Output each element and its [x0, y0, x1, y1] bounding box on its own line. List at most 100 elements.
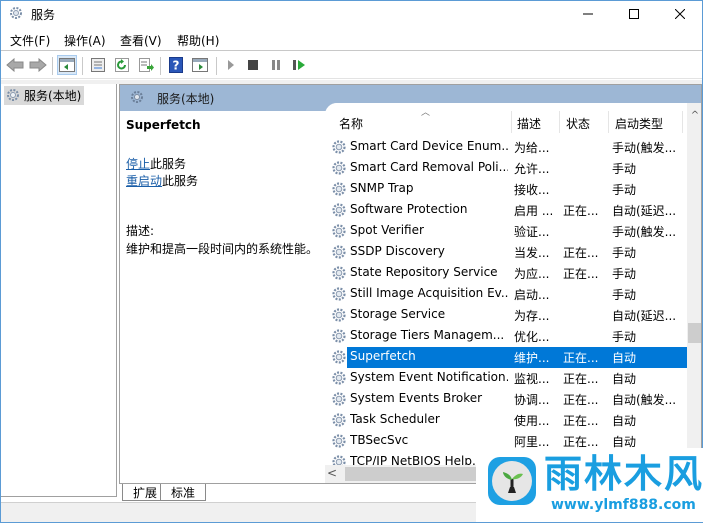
service-startup-type: 手动 — [612, 246, 637, 260]
service-startup-type: 手动 — [612, 183, 637, 197]
service-status: 正在... — [563, 267, 599, 281]
column-header-name[interactable]: 名称 — [339, 115, 363, 132]
service-description: 为应... — [514, 267, 550, 281]
minimize-button[interactable] — [565, 1, 611, 27]
service-description: 监视... — [514, 372, 550, 386]
forward-button[interactable] — [28, 55, 48, 75]
tree-item-services-local[interactable]: 服务(本地) — [4, 86, 85, 107]
column-header-description[interactable]: 描述 — [517, 115, 541, 132]
service-startup-type: 自动 — [612, 351, 637, 365]
back-arrow-icon — [6, 58, 24, 72]
back-button[interactable] — [5, 55, 25, 75]
service-row[interactable]: Spot Verifier 验证... 手动(触发... — [325, 221, 687, 242]
service-gear-icon — [331, 244, 347, 263]
service-name: Storage Service — [350, 307, 446, 321]
stop-service-suffix: 此服务 — [150, 157, 187, 171]
watermark-title: 雨林木风 — [544, 452, 703, 496]
column-header-status[interactable]: 状态 — [566, 115, 590, 132]
sort-ascending-icon: ︿ — [421, 108, 431, 118]
service-gear-icon — [331, 139, 347, 158]
service-row[interactable]: Storage Tiers Managem... 优化... 手动 — [325, 326, 687, 347]
svg-text:?: ? — [173, 59, 180, 73]
service-row[interactable]: System Events Broker 协调... 正在... 自动(触发... — [325, 389, 687, 410]
service-startup-type: 自动 — [612, 372, 637, 386]
export-list-icon — [139, 58, 154, 72]
column-header-startup-type[interactable]: 启动类型 — [615, 115, 663, 132]
horizontal-scroll-thumb[interactable] — [345, 467, 485, 481]
service-status: 正在... — [563, 414, 599, 428]
maximize-button[interactable] — [611, 1, 657, 27]
service-row[interactable]: System Event Notification... 监视... 正在... 自动 — [325, 368, 687, 389]
restart-service-link[interactable]: 重启动 — [126, 174, 162, 188]
tab-standard[interactable]: 标准 — [160, 484, 207, 501]
menu-file[interactable]: 文件(F) — [10, 32, 50, 49]
menu-action[interactable]: 操作(A) — [64, 32, 106, 49]
service-gear-icon — [331, 433, 347, 452]
toolbar-separator — [216, 57, 217, 75]
service-row[interactable]: SNMP Trap 接收... 手动 — [325, 179, 687, 200]
menu-bar: 文件(F) 操作(A) 查看(V) 帮助(H) — [1, 29, 702, 51]
menu-help[interactable]: 帮助(H) — [177, 32, 219, 49]
restart-service-suffix: 此服务 — [162, 174, 199, 188]
pause-service-icon — [272, 60, 280, 70]
column-separator[interactable] — [511, 111, 512, 133]
service-row[interactable]: Software Protection 启用 ... 正在... 自动(延迟... — [325, 200, 687, 221]
properties-icon — [91, 58, 105, 72]
service-startup-type: 手动 — [612, 162, 637, 176]
toolbar: ? — [1, 52, 702, 79]
service-description: 为存... — [514, 309, 550, 323]
tree-item-label: 服务(本地) — [24, 89, 82, 103]
service-gear-icon — [331, 391, 347, 410]
refresh-button[interactable] — [112, 55, 132, 75]
service-name: Spot Verifier — [350, 223, 424, 237]
service-description: 接收... — [514, 183, 550, 197]
start-service-button[interactable] — [221, 55, 241, 75]
close-icon — [675, 9, 685, 19]
service-row[interactable]: Superfetch 维护... 正在... 自动 — [325, 347, 687, 368]
service-startup-type: 自动 — [612, 414, 637, 428]
help-icon: ? — [169, 57, 183, 73]
horizontal-scrollbar[interactable]: < — [325, 465, 485, 483]
service-description: 当发... — [514, 246, 550, 260]
stop-service-button[interactable] — [243, 55, 263, 75]
scroll-up-icon[interactable]: ^ — [687, 107, 701, 123]
toolbar-separator — [52, 57, 53, 75]
service-name: TBSecSvc — [350, 433, 409, 447]
services-gear-icon — [130, 90, 146, 109]
services-gear-icon — [6, 88, 22, 107]
description-label: 描述: — [126, 224, 155, 238]
vertical-scroll-thumb[interactable] — [688, 323, 701, 343]
service-description: 启用 ... — [514, 204, 554, 218]
service-row[interactable]: State Repository Service 为应... 正在... 手动 — [325, 263, 687, 284]
service-row[interactable]: Storage Service 为存... 自动(延迟... — [325, 305, 687, 326]
scroll-left-icon[interactable]: < — [327, 466, 337, 480]
service-row[interactable]: Task Scheduler 使用... 正在... 自动 — [325, 410, 687, 431]
pause-service-button[interactable] — [266, 55, 286, 75]
service-description: 维护... — [514, 351, 550, 365]
service-name: Software Protection — [350, 202, 468, 216]
service-row[interactable]: Still Image Acquisition Ev... 启动... 手动 — [325, 284, 687, 305]
service-row[interactable]: Smart Card Device Enum... 为给... 手动(触发... — [325, 137, 687, 158]
menu-view[interactable]: 查看(V) — [120, 32, 162, 49]
export-list-button[interactable] — [136, 55, 156, 75]
column-separator[interactable] — [559, 111, 560, 133]
restart-service-button[interactable] — [289, 55, 309, 75]
stop-service-link[interactable]: 停止 — [126, 157, 150, 171]
service-rows: Smart Card Device Enum... 为给... 手动(触发... Sm… — [325, 137, 687, 473]
help-button[interactable]: ? — [166, 55, 186, 75]
column-separator[interactable] — [608, 111, 609, 133]
column-separator[interactable] — [682, 111, 683, 133]
service-gear-icon — [331, 181, 347, 200]
show-hide-action-pane-button[interactable] — [190, 55, 210, 75]
refresh-icon — [115, 58, 129, 72]
toolbar-separator — [82, 57, 83, 75]
close-button[interactable] — [657, 1, 703, 27]
service-gear-icon — [331, 202, 347, 221]
service-row[interactable]: SSDP Discovery 当发... 正在... 手动 — [325, 242, 687, 263]
service-row[interactable]: Smart Card Removal Poli... 允许... 手动 — [325, 158, 687, 179]
service-name: Still Image Acquisition Ev... — [350, 286, 508, 300]
show-hide-console-tree-button[interactable] — [57, 55, 77, 75]
vertical-scrollbar[interactable]: ^ — [687, 103, 701, 449]
minimize-icon — [583, 13, 593, 15]
properties-button[interactable] — [88, 55, 108, 75]
